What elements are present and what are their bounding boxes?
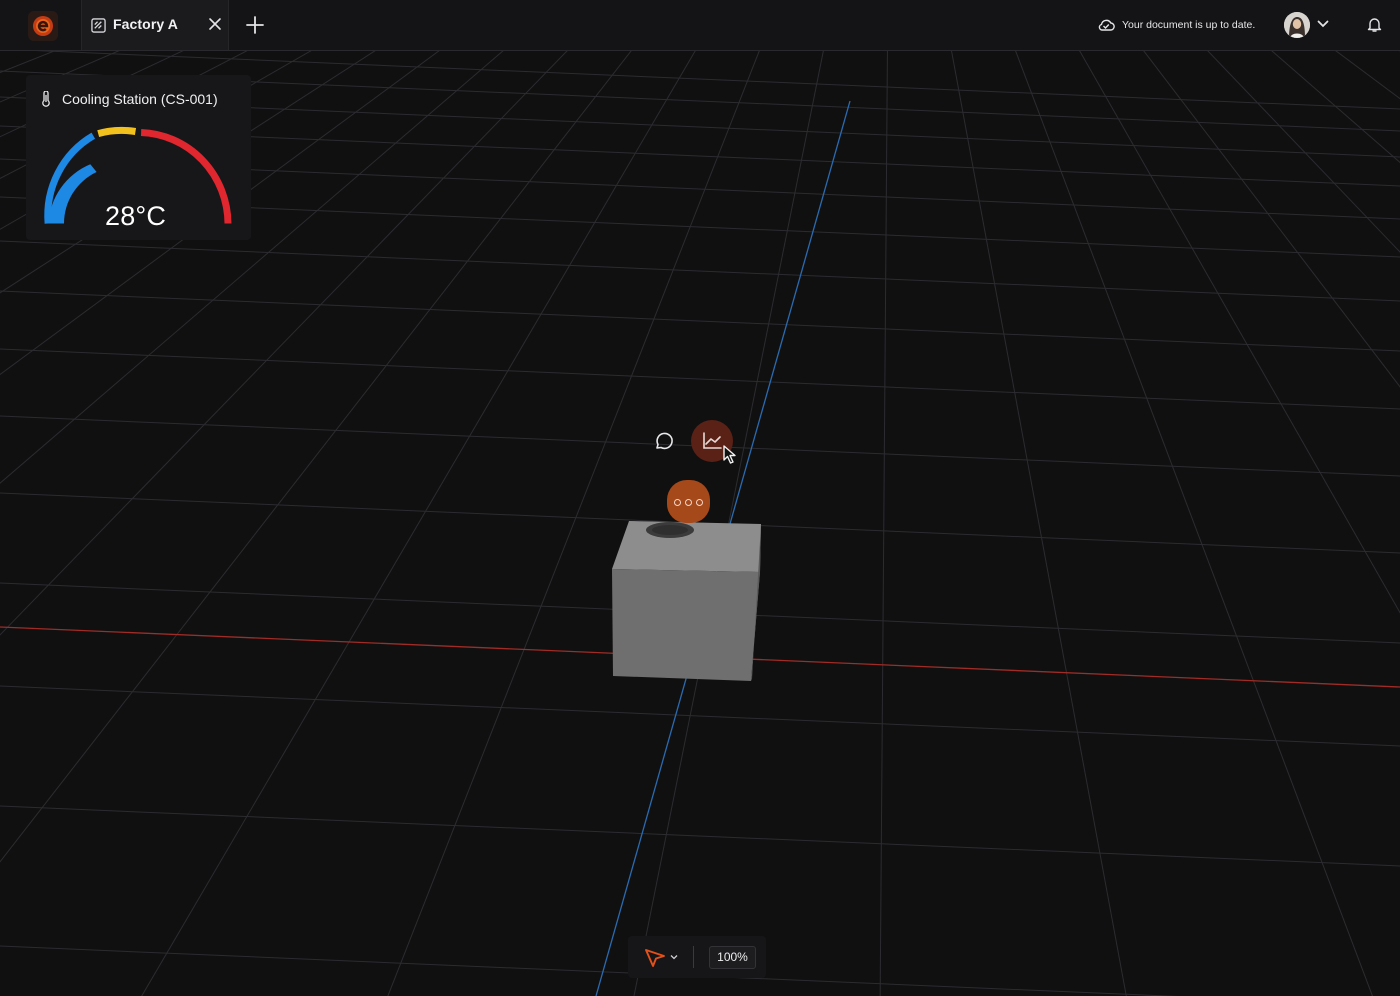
comment-icon[interactable] <box>652 430 676 454</box>
thermometer-icon <box>42 91 50 107</box>
cloud-check-icon <box>1098 19 1115 31</box>
chevron-down-icon[interactable] <box>670 953 678 961</box>
bell-icon[interactable] <box>1366 16 1383 33</box>
puzzle-icon <box>91 18 106 33</box>
app-logo-icon[interactable] <box>28 11 58 41</box>
sync-status-text: Your document is up to date. <box>1122 19 1256 31</box>
mouse-cursor-icon <box>723 445 736 464</box>
gauge-value: 28°C <box>105 201 167 231</box>
chevron-down-icon[interactable] <box>1316 17 1330 31</box>
pointer-arrow-icon[interactable] <box>644 948 666 968</box>
avatar[interactable] <box>1284 12 1310 38</box>
top-bar: Factory A Your document is up to date. <box>0 0 1400 51</box>
gauge-zone-warm <box>97 126 137 138</box>
zoom-level[interactable]: 100% <box>709 946 756 969</box>
toolbar-divider <box>693 946 694 968</box>
cube-model <box>612 521 761 681</box>
temperature-gauge-card[interactable]: Cooling Station (CS-001) 28°C <box>26 75 251 240</box>
tab-factory-a[interactable]: Factory A <box>81 0 229 50</box>
bottom-toolbar: 100% <box>628 936 766 978</box>
gauge-title: Cooling Station (CS-001) <box>62 91 218 107</box>
more-options-button[interactable] <box>667 480 710 523</box>
more-dots-icon <box>674 499 681 506</box>
tab-label: Factory A <box>113 16 178 32</box>
close-icon[interactable] <box>207 16 223 32</box>
plus-icon[interactable] <box>244 14 266 36</box>
